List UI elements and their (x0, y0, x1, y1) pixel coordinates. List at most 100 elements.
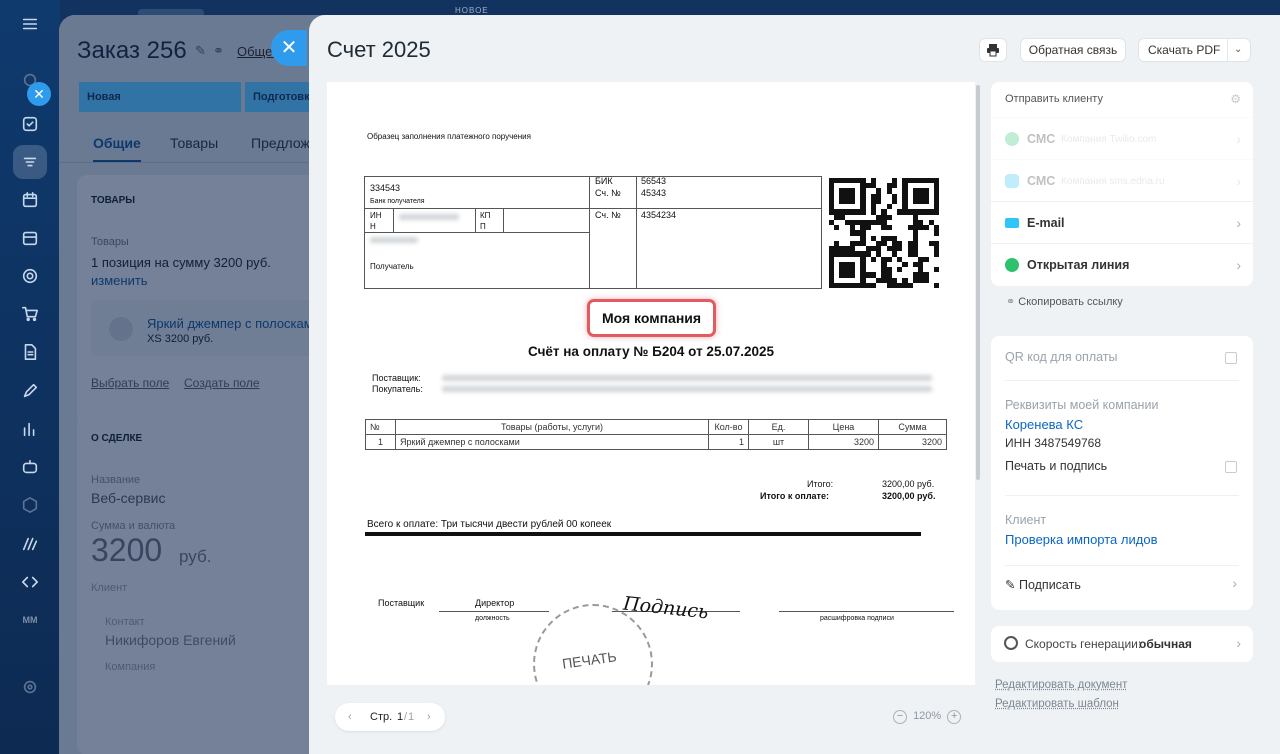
sign-button[interactable]: ✎ Подписать › (1005, 577, 1239, 599)
bik-value: 56543 (641, 176, 666, 186)
calendar-icon[interactable] (16, 186, 44, 214)
channel-sms-twilio[interactable]: СМС Компания Twilio.com › (991, 117, 1253, 159)
marketing-icon[interactable] (16, 530, 44, 558)
analytics-icon[interactable] (16, 415, 44, 443)
sign-label: Подписать (1019, 578, 1081, 592)
qr-code (829, 178, 939, 288)
code-icon[interactable] (16, 568, 44, 596)
cube-icon[interactable] (16, 491, 44, 519)
document-scrollbar[interactable] (976, 85, 980, 480)
feedback-button[interactable]: Обратная связь (1020, 38, 1126, 62)
total-label: Итого: (807, 479, 833, 489)
signature: Подпись (622, 593, 709, 624)
next-page-icon[interactable]: › (427, 703, 431, 731)
crm-icon[interactable] (13, 145, 47, 179)
robot-icon[interactable] (16, 453, 44, 481)
channel-label: СМС (1027, 132, 1055, 146)
channel-label: E-mail (1027, 216, 1065, 230)
document-icon[interactable] (16, 338, 44, 366)
print-sign-label: Печать и подпись (1005, 459, 1107, 473)
download-pdf-button[interactable]: Скачать PDF ⌄ (1138, 38, 1251, 62)
invoice-slider: Счет 2025 Обратная связь Скачать PDF ⌄ О… (309, 15, 1280, 754)
edit-document-link[interactable]: Редактировать документ (995, 679, 1127, 691)
document-preview: Образец заполнения платежного поручения … (327, 82, 975, 685)
header-cell: Ед. (749, 420, 809, 435)
sign-supplier: Поставщик (378, 598, 424, 608)
zoom-out-icon[interactable]: − (893, 710, 907, 724)
header-cell: № (366, 420, 396, 435)
zoom-in-icon[interactable]: + (947, 710, 961, 724)
total-words: Всего к оплате: Три тысячи двести рублей… (367, 519, 611, 530)
send-title: Отправить клиенту (1005, 93, 1103, 105)
chevron-right-icon: › (1236, 173, 1241, 189)
qr-checkbox[interactable] (1225, 352, 1237, 364)
client-value[interactable]: Проверка импорта лидов (1005, 532, 1157, 547)
whatsapp-icon (1005, 132, 1019, 146)
print-sign-checkbox[interactable] (1225, 461, 1237, 473)
corr-label: Сч. № (595, 188, 621, 198)
client-label: Клиент (1005, 513, 1046, 527)
copy-link-button[interactable]: ⚭ Скопировать ссылку (1006, 295, 1123, 308)
channel-label: Открытая линия (1027, 258, 1129, 272)
kpp-label: КП П (480, 210, 498, 232)
pen-icon: ✎ (1005, 578, 1015, 592)
recipient-label: Получатель (370, 262, 414, 271)
inn-label: ИН Н (370, 210, 388, 232)
close-slider-button[interactable]: ✕ (271, 30, 307, 66)
header-cell: Товары (работы, услуги) (396, 420, 709, 435)
channel-email[interactable]: E-mail › (991, 201, 1253, 243)
header-cell: Кол-во (709, 420, 749, 435)
page-prefix: Стр. (370, 703, 392, 731)
acc-label: Сч. № (595, 210, 621, 220)
sms-icon (1005, 174, 1019, 188)
requisites-company[interactable]: Коренева КС (1005, 417, 1083, 432)
table-header-row: № Товары (работы, услуги) Кол-во Ед. Цен… (366, 420, 947, 435)
pen-icon[interactable] (16, 377, 44, 405)
chevron-down-icon[interactable]: ⌄ (1234, 39, 1242, 61)
left-navigation-rail: MM (0, 0, 60, 754)
edit-template-link[interactable]: Редактировать шаблон (995, 698, 1119, 710)
bik-label: БИК (595, 176, 613, 186)
store-icon[interactable] (16, 224, 44, 252)
channel-open-line[interactable]: Открытая линия › (991, 243, 1253, 285)
top-new-label: НОВОЕ (455, 6, 489, 15)
target-icon[interactable] (16, 262, 44, 290)
sign-position-caption: должность (475, 615, 510, 622)
settings-icon[interactable] (16, 673, 44, 701)
page-total: 1 (408, 703, 414, 731)
table-row: 1 Яркий джемпер с полосками 1 шт 3200 32… (366, 435, 947, 450)
sign-decode-caption: расшифровка подписи (820, 615, 894, 622)
zoom-value: 120% (913, 710, 941, 722)
page-navigator: ‹ Стр. 1 / 1 › (335, 703, 445, 731)
cart-icon[interactable] (16, 300, 44, 328)
menu-icon[interactable] (16, 10, 44, 38)
channel-sub: Компания Twilio.com (1061, 134, 1156, 145)
copy-link-label: Скопировать ссылку (1018, 296, 1123, 308)
channel-sub: Компания sms.edna.ru (1061, 176, 1165, 187)
mm-icon[interactable]: MM (16, 606, 44, 634)
channel-label: СМС (1027, 174, 1055, 188)
speed-label: Скорость генерации: (1025, 637, 1141, 651)
open-line-icon (1005, 258, 1019, 272)
chevron-right-icon: › (1232, 575, 1237, 591)
background-deal-card: Заказ 256 ✎ ⚭ Общее Новая Подготовка Общ… (59, 15, 329, 754)
page-current: 1 (397, 703, 403, 731)
header-cell: Сумма (879, 420, 947, 435)
header-cell: Цена (809, 420, 879, 435)
link-icon: ⚭ (1006, 296, 1015, 308)
channel-sms-edna[interactable]: СМС Компания sms.edna.ru › (991, 159, 1253, 201)
speed-value: обычная (1139, 637, 1192, 651)
prev-page-icon[interactable]: ‹ (348, 703, 352, 731)
background-overlay (59, 15, 329, 754)
close-chat-icon[interactable]: ✕ (27, 82, 51, 106)
row-cell: 3200 (879, 435, 947, 450)
print-button[interactable] (979, 38, 1007, 62)
sample-caption: Образец заполнения платежного поручения (367, 132, 531, 141)
generation-speed-row[interactable]: Скорость генерации: обычная › (991, 626, 1253, 662)
tasks-icon[interactable] (16, 110, 44, 138)
stamp-circle (533, 604, 653, 685)
total-pay-value: 3200,00 руб. (882, 491, 935, 501)
send-panel: Отправить клиенту ⚙ СМС Компания Twilio.… (991, 82, 1253, 286)
row-cell: 3200 (809, 435, 879, 450)
gear-icon[interactable]: ⚙ (1230, 92, 1241, 106)
